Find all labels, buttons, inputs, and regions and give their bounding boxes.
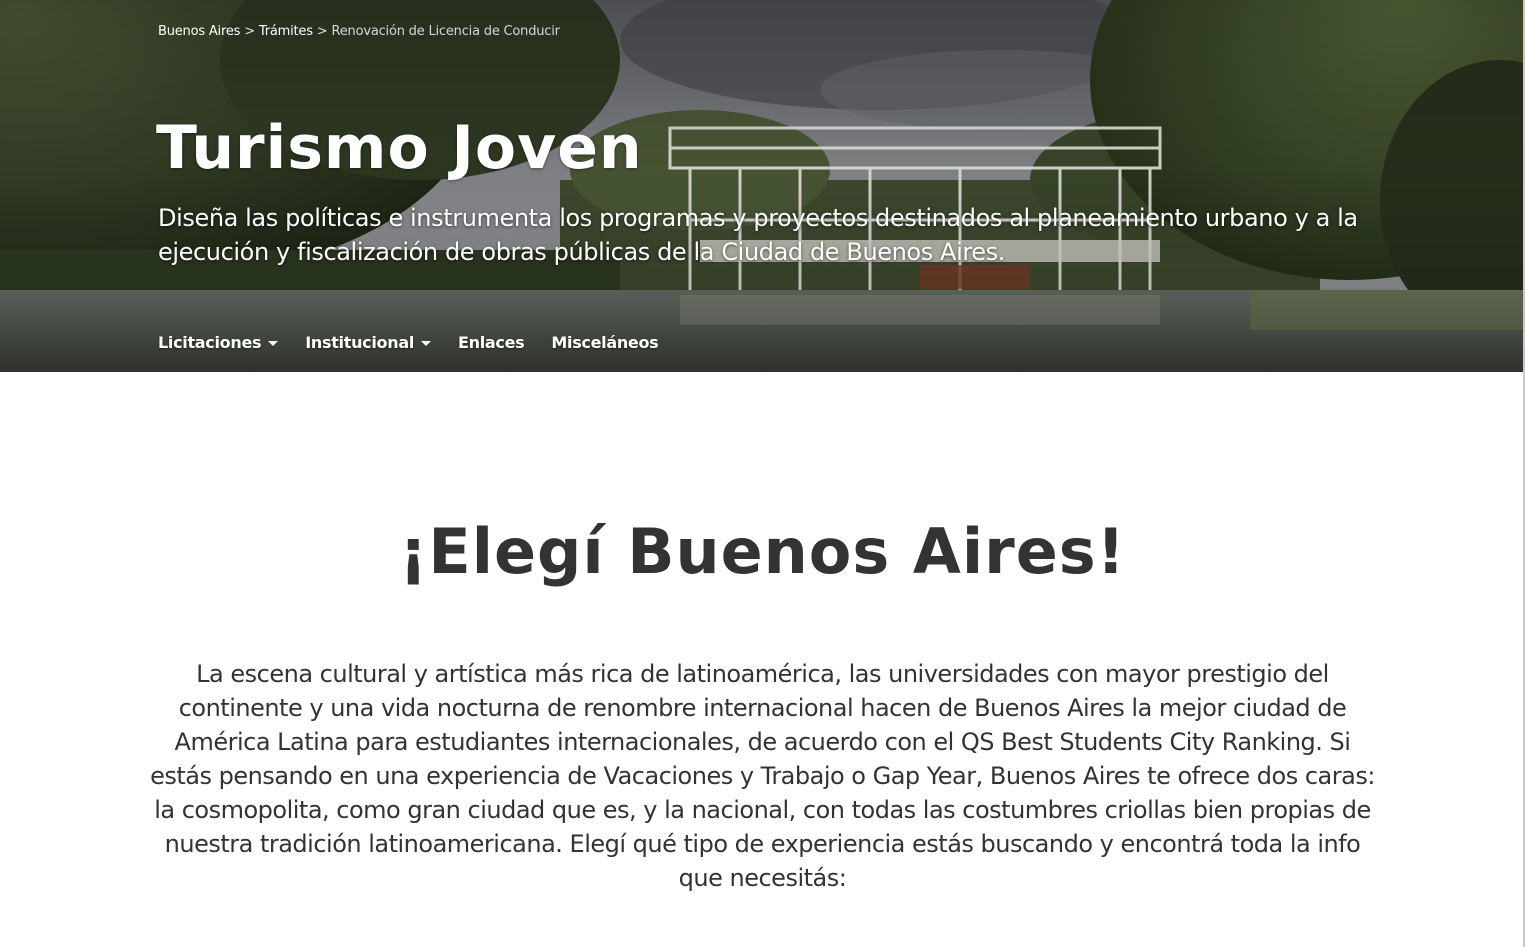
intro-paragraph: La escena cultural y artística más rica … bbox=[150, 660, 1375, 892]
nav-item-label: Misceláneos bbox=[551, 332, 659, 352]
breadcrumb-link-tramites[interactable]: Trámites bbox=[259, 24, 313, 39]
nav-item-label: Institucional bbox=[305, 332, 415, 352]
nav-item-label: Licitaciones bbox=[158, 332, 262, 352]
breadcrumb: Buenos Aires > Trámites > Renovación de Lice… bbox=[158, 24, 560, 39]
breadcrumb-separator: > bbox=[244, 24, 255, 39]
breadcrumb-current: Renovación de Licencia de Conducir bbox=[331, 24, 561, 39]
nav-item-miscelaneos[interactable]: Misceláneos bbox=[551, 333, 658, 352]
breadcrumb-separator: > bbox=[316, 24, 328, 39]
section-heading: ¡Elegí Buenos Aires! bbox=[399, 515, 1126, 588]
nav-item-licitaciones[interactable]: Licitaciones bbox=[158, 332, 279, 352]
breadcrumb-link-home[interactable]: Buenos Aires bbox=[158, 24, 240, 39]
hero-banner: Buenos Aires > Trámites > Renovación de Lice… bbox=[0, 0, 1525, 372]
caret-down-icon bbox=[421, 340, 432, 346]
nav-item-label: Enlaces bbox=[458, 332, 525, 352]
caret-down-icon bbox=[268, 340, 279, 346]
section-nav: Licitaciones Institucional Enlaces Misce… bbox=[158, 330, 685, 354]
page-title: Turismo Joven bbox=[156, 113, 643, 183]
nav-item-enlaces[interactable]: Enlaces bbox=[458, 332, 525, 352]
nav-item-institucional[interactable]: Institucional bbox=[305, 332, 432, 352]
page-description: Diseña las políticas e instrumenta los p… bbox=[158, 204, 1358, 266]
